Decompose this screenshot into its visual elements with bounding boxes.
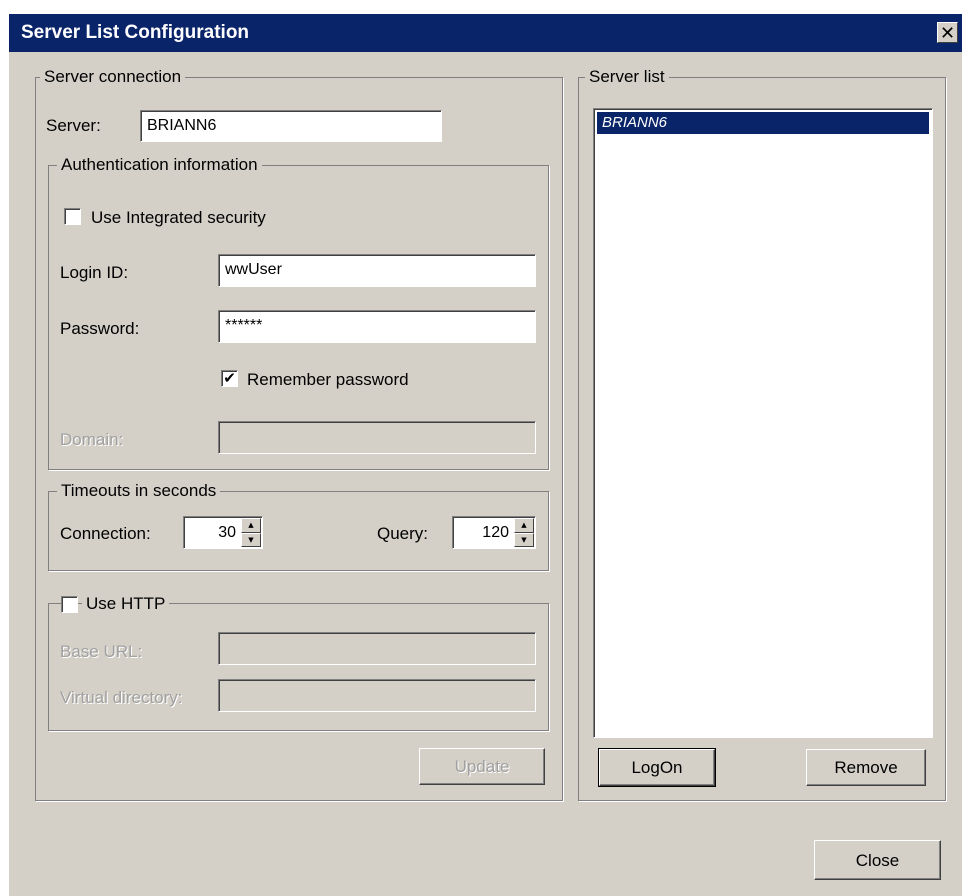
domain-input[interactable] — [218, 421, 536, 454]
password-label: Password: — [60, 319, 140, 338]
server-list-configuration-dialog: Server List Configuration ✕ Server conne… — [9, 14, 962, 896]
remember-password-label: Remember password — [247, 370, 409, 389]
base-url-input[interactable] — [218, 632, 536, 665]
login-id-label: Login ID: — [60, 263, 129, 282]
use-http-label: Use HTTP — [82, 594, 170, 614]
close-window-button[interactable]: ✕ — [937, 22, 958, 44]
connection-timeout-value: 30 — [218, 524, 236, 541]
query-spin-up-button[interactable]: ▲ — [514, 518, 534, 533]
query-timeout-label: Query: — [377, 524, 429, 543]
connection-spin-buttons: ▲ ▼ — [241, 518, 261, 547]
query-spin-down-button[interactable]: ▼ — [514, 532, 534, 547]
remember-password-checkbox[interactable]: ✔ — [221, 370, 238, 387]
server-list-legend: Server list — [585, 67, 669, 87]
close-button-label: Close — [855, 851, 900, 870]
password-input[interactable]: ****** — [218, 310, 536, 343]
logon-button[interactable]: LogOn — [598, 748, 716, 787]
server-input-value: BRIANN6 — [147, 117, 217, 134]
update-button[interactable]: Update — [419, 748, 545, 785]
use-http-checkbox[interactable] — [61, 596, 78, 613]
virtual-directory-label: Virtual directory: — [60, 688, 183, 707]
remove-button-label: Remove — [834, 758, 898, 777]
integrated-security-checkbox[interactable] — [64, 208, 81, 225]
query-timeout-value: 120 — [482, 524, 509, 541]
timeouts-legend: Timeouts in seconds — [57, 481, 221, 501]
server-label: Server: — [46, 116, 101, 135]
chevron-down-icon: ▼ — [521, 535, 527, 544]
base-url-label: Base URL: — [60, 642, 143, 661]
close-icon: ✕ — [939, 23, 956, 44]
query-timeout-stepper[interactable]: 120 ▲ ▼ — [452, 516, 536, 549]
checkmark-icon: ✔ — [223, 369, 236, 387]
query-spin-buttons: ▲ ▼ — [514, 518, 534, 547]
connection-timeout-stepper[interactable]: 30 ▲ ▼ — [183, 516, 263, 549]
password-value: ****** — [225, 317, 263, 334]
chevron-down-icon: ▼ — [248, 535, 254, 544]
chevron-up-icon: ▲ — [521, 521, 527, 529]
chevron-up-icon: ▲ — [248, 521, 254, 529]
server-listbox[interactable]: BRIANN6 — [593, 108, 933, 738]
authentication-legend: Authentication information — [57, 155, 262, 175]
login-id-input[interactable]: wwUser — [218, 254, 536, 287]
logon-button-label: LogOn — [631, 758, 683, 777]
connection-timeout-label: Connection: — [60, 524, 151, 543]
update-button-label: Update — [454, 757, 510, 776]
server-connection-legend: Server connection — [40, 67, 186, 87]
remove-button[interactable]: Remove — [806, 749, 926, 786]
login-id-value: wwUser — [225, 261, 282, 278]
virtual-directory-input[interactable] — [218, 679, 536, 712]
list-item[interactable]: BRIANN6 — [597, 112, 929, 134]
window-title: Server List Configuration — [21, 22, 250, 43]
close-button[interactable]: Close — [814, 840, 941, 880]
integrated-security-label: Use Integrated security — [91, 208, 266, 227]
title-bar: Server List Configuration ✕ — [9, 14, 962, 52]
connection-spin-up-button[interactable]: ▲ — [241, 518, 261, 533]
connection-spin-down-button[interactable]: ▼ — [241, 532, 261, 547]
domain-label: Domain: — [60, 430, 124, 449]
server-input[interactable]: BRIANN6 — [140, 110, 442, 142]
